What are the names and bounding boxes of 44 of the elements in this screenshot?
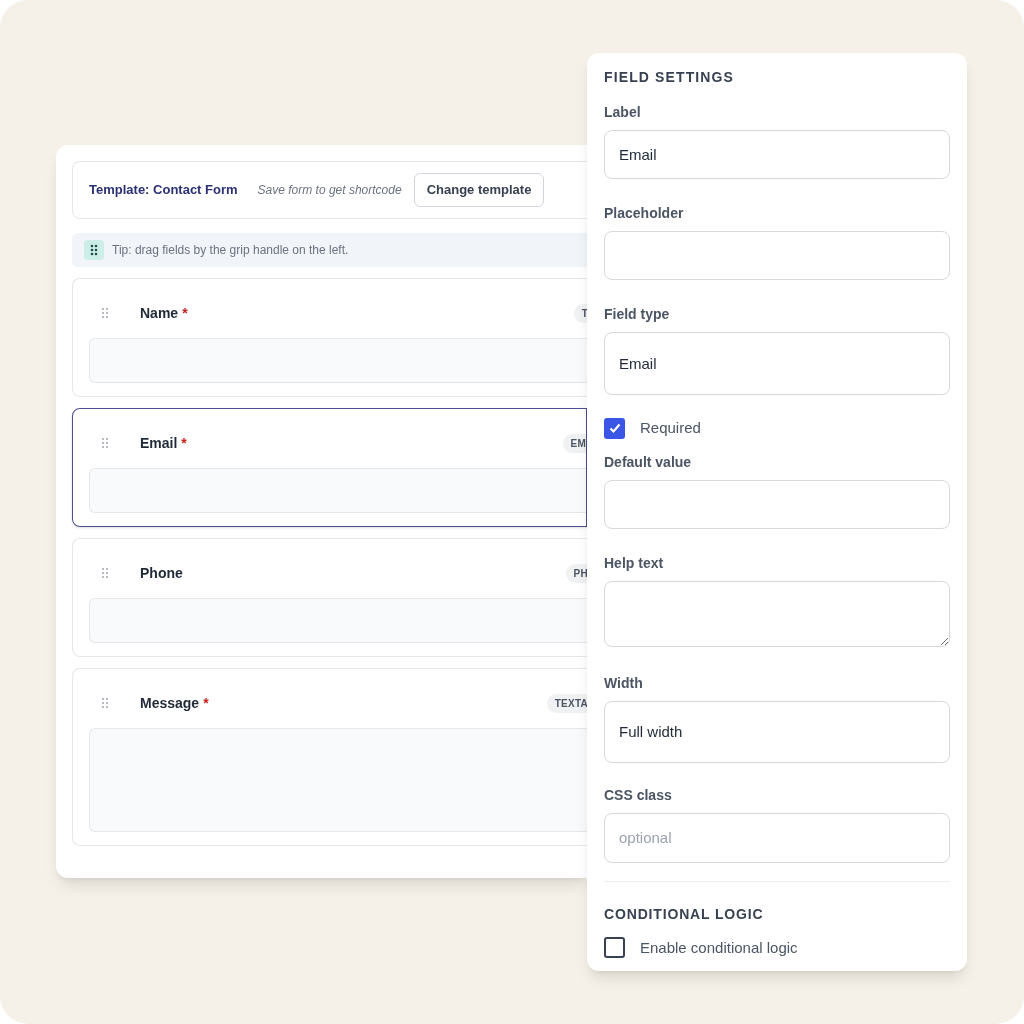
field-type-badge: EM <box>562 433 586 453</box>
tip-text: Tip: drag fields by the grip handle on the left. <box>112 242 349 259</box>
checkmark-icon <box>607 421 622 436</box>
text-input[interactable]: optional <box>604 813 950 863</box>
field-label: Help text <box>604 553 665 573</box>
change-template-button[interactable]: Change template <box>413 173 545 207</box>
drag-handle-icon[interactable] <box>101 307 109 319</box>
drag-handle-icon[interactable] <box>101 697 109 709</box>
field-label: CSS class <box>604 786 673 806</box>
field-type-badge: PH <box>565 563 588 583</box>
section-heading: CONDITIONAL LOGIC <box>604 904 765 924</box>
field-card[interactable]: Email * EM <box>72 408 588 527</box>
field-label: Name <box>140 303 179 323</box>
required-asterisk: * <box>203 693 209 713</box>
field-card[interactable]: Phone PH <box>72 538 588 657</box>
drag-handle-icon[interactable] <box>101 437 109 449</box>
drag-handle-icon[interactable] <box>101 567 109 579</box>
shortcode-note: Save form to get shortcode <box>257 182 402 199</box>
required-asterisk: * <box>181 433 187 453</box>
field-label: Email <box>140 433 178 453</box>
text-input[interactable]: Email <box>604 130 950 180</box>
field-label: Width <box>604 673 644 693</box>
field-label: Label <box>604 103 642 122</box>
field-label: Default value <box>604 452 693 472</box>
field-label: Message <box>140 693 200 713</box>
text-input[interactable] <box>604 231 950 281</box>
template-name: Template: Contact Form <box>89 181 238 200</box>
checkbox-label: Enable conditional logic <box>640 937 798 958</box>
required-asterisk: * <box>182 303 188 323</box>
checkbox-label: Required <box>640 418 701 439</box>
field-card[interactable]: Message * TEXTA <box>72 668 588 846</box>
panel-title: FIELD SETTINGS <box>604 68 736 87</box>
textarea-field[interactable] <box>604 580 950 647</box>
field-label: Phone <box>140 563 183 583</box>
field-label: Field type <box>604 305 671 325</box>
text-input[interactable] <box>604 479 950 529</box>
select-field[interactable]: Full width <box>604 700 950 764</box>
checkbox[interactable] <box>604 417 625 439</box>
field-type-badge: TEXTA <box>546 693 588 713</box>
field-label: Placeholder <box>604 204 685 224</box>
field-card[interactable]: Name * T <box>72 278 588 397</box>
grip-icon <box>84 240 104 260</box>
select-field[interactable]: Email <box>604 332 950 396</box>
checkbox[interactable] <box>604 937 625 959</box>
